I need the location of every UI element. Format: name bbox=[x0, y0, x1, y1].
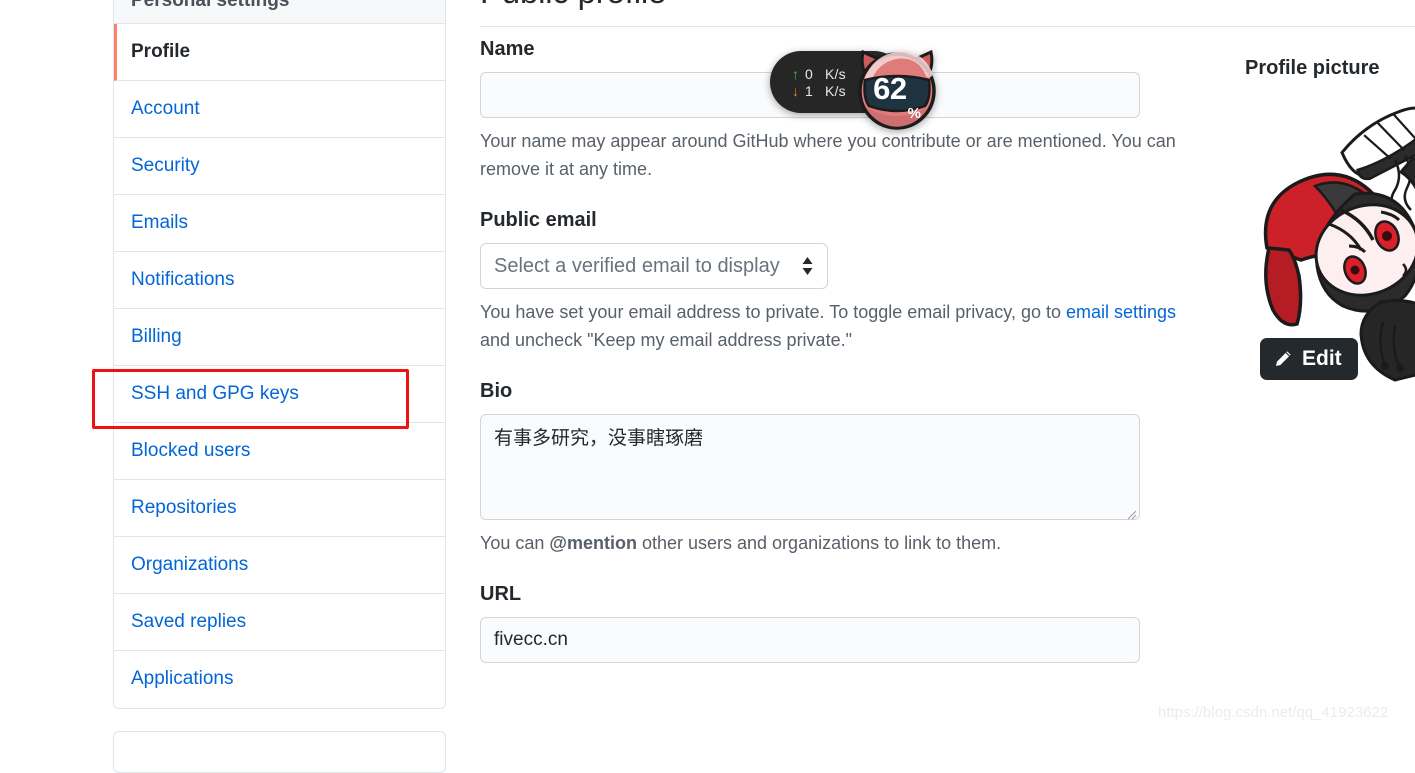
name-help-text: Your name may appear around GitHub where… bbox=[480, 130, 1176, 179]
sidebar-item-label: Organizations bbox=[131, 553, 249, 575]
sidebar-primary-group: Personal settings Profile Account Securi… bbox=[113, 0, 446, 709]
cat-mascot-icon bbox=[858, 49, 936, 130]
edit-button-label: Edit bbox=[1302, 347, 1342, 370]
profile-picture-title: Profile picture bbox=[1245, 57, 1380, 79]
sidebar-item-applications[interactable]: Applications bbox=[114, 650, 445, 708]
sidebar-item-ssh-and-gpg-keys[interactable]: SSH and GPG keys bbox=[114, 365, 445, 423]
bio-help-text: You can @mention other users and organiz… bbox=[480, 529, 1180, 557]
sidebar-item-emails[interactable]: Emails bbox=[114, 194, 445, 252]
sidebar-item-label: Security bbox=[131, 154, 200, 176]
public-email-help-suffix: and uncheck "Keep my email address priva… bbox=[480, 329, 852, 350]
sidebar-item-account[interactable]: Account bbox=[114, 80, 445, 138]
upload-speed-unit: K/s bbox=[825, 65, 846, 82]
sidebar-header: Personal settings bbox=[114, 0, 445, 24]
url-label: URL bbox=[480, 582, 522, 605]
sidebar-item-saved-replies[interactable]: Saved replies bbox=[114, 593, 445, 651]
pencil-icon bbox=[1273, 349, 1293, 369]
public-email-field-block: Public email Select a verified email to … bbox=[480, 208, 1180, 354]
sidebar-item-label: Emails bbox=[131, 211, 189, 233]
public-email-help-prefix: You have set your email address to priva… bbox=[480, 301, 1066, 322]
sidebar-item-label: Account bbox=[131, 97, 200, 119]
avatar[interactable]: Edit bbox=[1245, 98, 1415, 388]
sidebar-item-label: Profile bbox=[131, 40, 191, 62]
sidebar-item-notifications[interactable]: Notifications bbox=[114, 251, 445, 309]
bio-field-block: Bio 有事多研究，没事瞎琢磨 You can @mention other u… bbox=[480, 379, 1180, 557]
download-arrow-icon: ↓ bbox=[792, 82, 799, 99]
sidebar-item-billing[interactable]: Billing bbox=[114, 308, 445, 366]
watermark-text: https://blog.csdn.net/qq_41923622 bbox=[1158, 704, 1389, 721]
edit-profile-picture-button[interactable]: Edit bbox=[1260, 338, 1358, 380]
sidebar-item-label: Blocked users bbox=[131, 439, 251, 461]
bio-help-prefix: You can bbox=[480, 532, 550, 553]
download-speed-value: 1 bbox=[805, 82, 813, 99]
sidebar-secondary-group[interactable] bbox=[113, 730, 446, 773]
sidebar-item-security[interactable]: Security bbox=[114, 137, 445, 195]
sidebar-item-label: Billing bbox=[131, 325, 182, 347]
upload-speed-value: 0 bbox=[805, 65, 813, 82]
sidebar-item-repositories[interactable]: Repositories bbox=[114, 479, 445, 537]
bio-textarea-wrap: 有事多研究，没事瞎琢磨 bbox=[480, 413, 1140, 520]
chevron-updown-icon bbox=[801, 256, 814, 276]
bio-textarea[interactable]: 有事多研究，没事瞎琢磨 bbox=[480, 413, 1140, 520]
public-email-select-wrap: Select a verified email to display bbox=[480, 242, 828, 289]
sidebar-item-label: Notifications bbox=[131, 268, 235, 290]
bio-mention-token: @mention bbox=[549, 532, 637, 553]
sidebar-item-organizations[interactable]: Organizations bbox=[114, 536, 445, 594]
bio-help-suffix: other users and organizations to link to… bbox=[636, 532, 1002, 553]
upload-arrow-icon: ↑ bbox=[792, 65, 799, 82]
public-email-label: Public email bbox=[480, 208, 597, 231]
sidebar-item-label: Repositories bbox=[131, 496, 237, 518]
settings-sidebar: Personal settings Profile Account Securi… bbox=[113, 0, 446, 773]
sidebar-item-label: Applications bbox=[131, 667, 234, 689]
sidebar-item-label: Saved replies bbox=[131, 610, 247, 632]
email-settings-link[interactable]: email settings bbox=[1066, 302, 1176, 322]
url-input[interactable] bbox=[480, 616, 1140, 663]
public-email-select[interactable]: Select a verified email to display bbox=[480, 242, 828, 289]
url-field-block: URL bbox=[480, 582, 1180, 663]
download-speed-unit: K/s bbox=[825, 82, 846, 99]
profile-picture-section: Profile picture Edit bbox=[1245, 56, 1415, 388]
page-title: Public profile bbox=[480, 0, 1180, 12]
sidebar-item-blocked-users[interactable]: Blocked users bbox=[114, 422, 445, 480]
public-email-help-text: You have set your email address to priva… bbox=[480, 298, 1180, 354]
sidebar-item-profile[interactable]: Profile bbox=[114, 23, 445, 81]
sidebar-item-label: SSH and GPG keys bbox=[131, 382, 299, 404]
bio-label: Bio bbox=[480, 379, 513, 402]
